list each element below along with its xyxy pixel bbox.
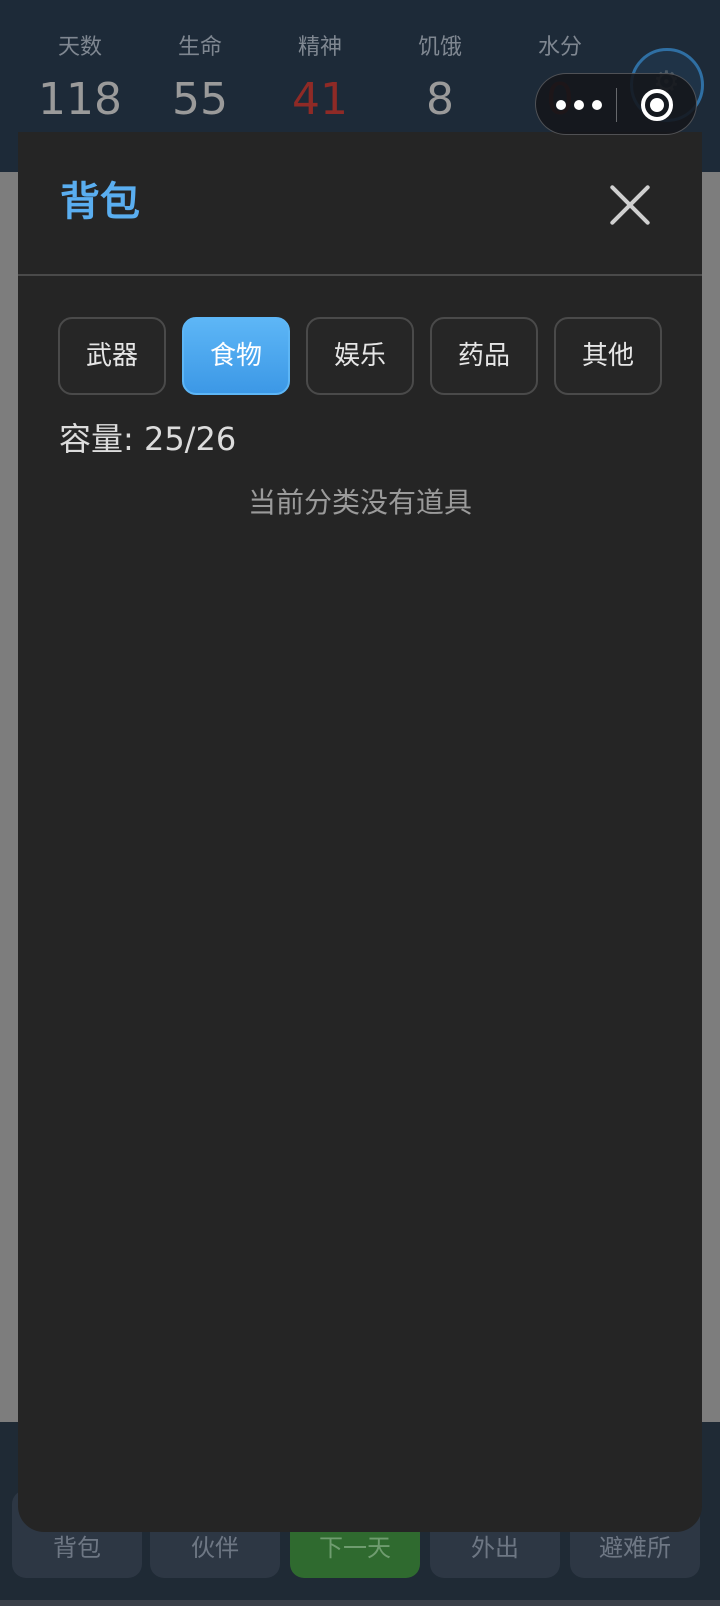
modal-title: 背包 <box>60 179 140 225</box>
stat-days-value: 118 <box>38 74 122 125</box>
stat-spirit-label: 精神 <box>297 35 342 60</box>
stat-spirit-value: 41 <box>292 74 348 125</box>
stat-health-value: 55 <box>172 74 228 125</box>
tab-entertainment[interactable]: 娱乐 <box>306 317 414 395</box>
stat-hunger-label: 饥饿 <box>417 35 462 60</box>
tab-other[interactable]: 其他 <box>554 317 662 395</box>
stat-hunger: 饥饿 8 <box>380 30 500 130</box>
stat-hunger-value: 8 <box>426 74 454 125</box>
stat-days-label: 天数 <box>57 35 102 60</box>
category-tabs: 武器 食物 娱乐 药品 其他 <box>58 317 668 395</box>
stat-spirit: 精神 41 <box>260 30 380 130</box>
empty-category-message: 当前分类没有道具 <box>247 486 472 519</box>
inventory-modal: 背包 武器 食物 娱乐 药品 其他 容量: 25/26 当前分类没有道具 <box>18 132 702 1532</box>
tab-weapons[interactable]: 武器 <box>58 317 166 395</box>
stat-health: 生命 55 <box>140 30 260 130</box>
capsule-divider <box>616 88 617 122</box>
close-icon[interactable] <box>608 182 652 226</box>
tab-medicine[interactable]: 药品 <box>430 317 538 395</box>
tab-food[interactable]: 食物 <box>182 317 290 395</box>
target-icon[interactable] <box>641 89 673 121</box>
more-dots-icon[interactable] <box>556 91 606 119</box>
miniprogram-capsule <box>535 73 697 135</box>
modal-header: 背包 <box>18 132 702 276</box>
stat-health-label: 生命 <box>177 35 222 60</box>
capacity-label: 容量: 25/26 <box>59 420 237 458</box>
stat-water-label: 水分 <box>537 35 582 60</box>
stat-days: 天数 118 <box>20 30 140 130</box>
